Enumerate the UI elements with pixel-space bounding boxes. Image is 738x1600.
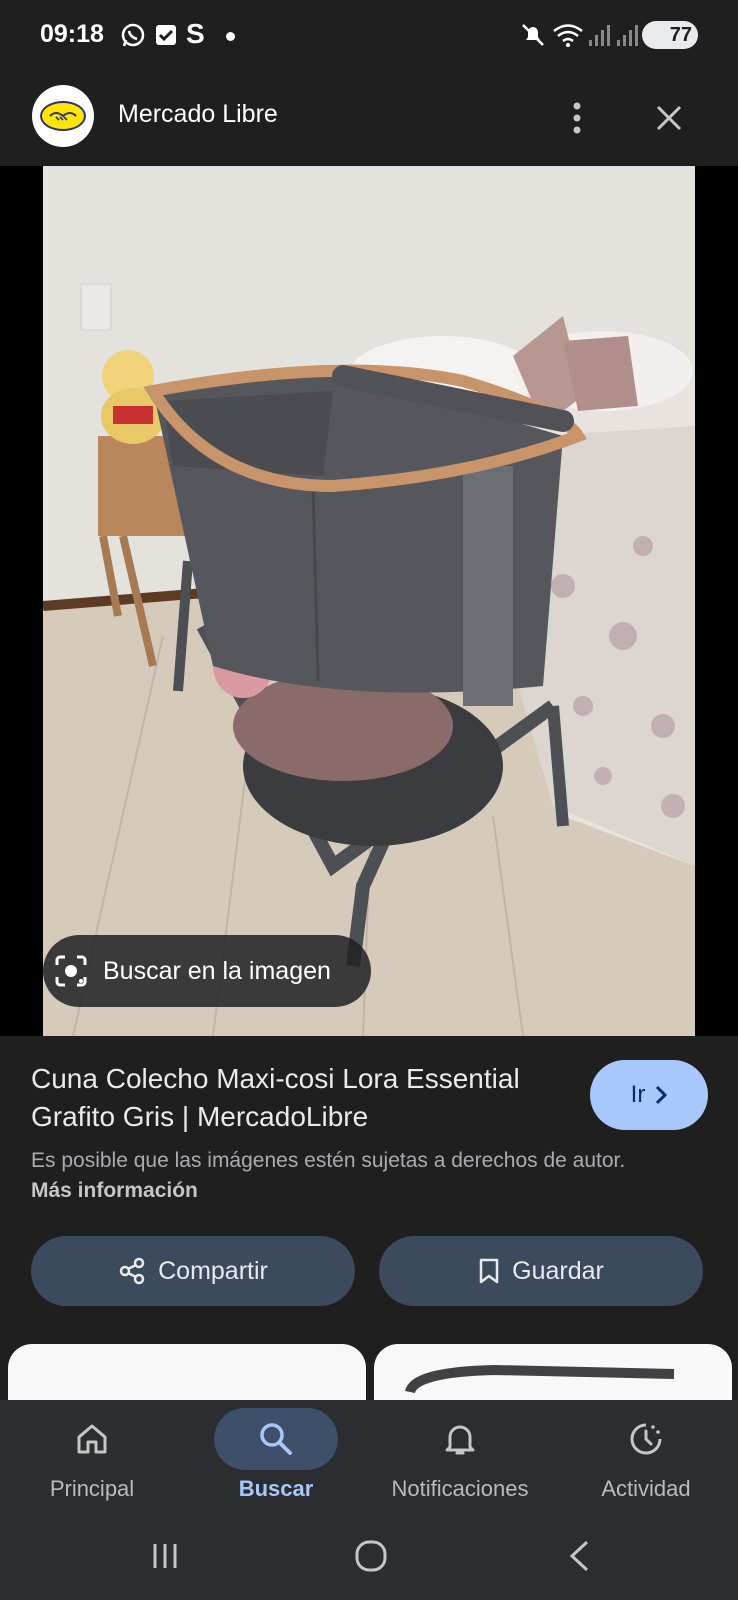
result-title[interactable]: Cuna Colecho Maxi-cosi Lora Essential Gr… xyxy=(31,1060,571,1136)
battery-indicator: 77 xyxy=(642,21,698,49)
more-vertical-icon[interactable] xyxy=(553,94,601,142)
mercadolibre-logo[interactable] xyxy=(32,85,94,147)
chevron-right-icon xyxy=(656,1085,668,1105)
nav-label: Notificaciones xyxy=(391,1476,529,1501)
share-label: Compartir xyxy=(158,1256,268,1285)
home-icon xyxy=(30,1408,154,1470)
nav-item-actividad[interactable]: Actividad xyxy=(554,1400,738,1512)
nav-label: Actividad xyxy=(601,1476,691,1501)
nav-item-notificaciones[interactable]: Notificaciones xyxy=(368,1400,552,1512)
recent-apps-icon[interactable] xyxy=(140,1534,190,1578)
site-header: Mercado Libre xyxy=(0,72,738,166)
more-info-link[interactable]: Más información xyxy=(31,1179,198,1202)
go-button-label: Ir xyxy=(630,1081,646,1108)
handshake-icon xyxy=(40,101,86,131)
bookmark-icon xyxy=(479,1258,499,1284)
search-in-image-label: Buscar en la imagen xyxy=(103,956,331,985)
nav-label: Buscar xyxy=(238,1476,314,1501)
nav-item-principal[interactable]: Principal xyxy=(0,1400,184,1512)
site-name[interactable]: Mercado Libre xyxy=(118,100,278,129)
check-box-icon xyxy=(155,22,177,53)
copyright-notice: Es posible que las imágenes estén sujeta… xyxy=(31,1146,651,1206)
home-button-icon[interactable] xyxy=(346,1534,396,1578)
s-app-icon: S xyxy=(186,18,205,49)
wifi-icon xyxy=(552,22,584,53)
save-label: Guardar xyxy=(512,1256,604,1285)
go-button[interactable]: Ir xyxy=(590,1060,708,1130)
copyright-notice-text: Es posible que las imágenes estén sujeta… xyxy=(31,1149,626,1172)
activity-icon xyxy=(584,1408,708,1470)
search-in-image-button[interactable]: Buscar en la imagen xyxy=(43,935,371,1007)
dot-icon xyxy=(226,32,235,41)
bottom-navigation: Principal Buscar Notificaciones Activida… xyxy=(0,1400,738,1512)
nav-label: Principal xyxy=(49,1476,135,1501)
signal-icon-2 xyxy=(616,22,638,53)
share-button[interactable]: Compartir xyxy=(31,1236,355,1306)
system-navigation xyxy=(0,1512,738,1600)
signal-icon xyxy=(588,22,610,53)
product-photo[interactable] xyxy=(43,166,695,1036)
whatsapp-icon xyxy=(120,22,146,53)
nav-item-buscar[interactable]: Buscar xyxy=(184,1400,368,1512)
mute-icon xyxy=(520,22,546,53)
bell-icon xyxy=(398,1408,522,1470)
save-button[interactable]: Guardar xyxy=(379,1236,703,1306)
status-bar: 09:18 S 77 xyxy=(0,0,738,72)
related-card[interactable] xyxy=(8,1344,366,1404)
share-icon xyxy=(119,1257,145,1285)
back-icon[interactable] xyxy=(554,1534,604,1578)
status-time: 09:18 xyxy=(40,20,104,48)
related-card[interactable] xyxy=(374,1344,732,1404)
close-icon[interactable] xyxy=(645,94,693,142)
search-icon xyxy=(214,1408,338,1470)
image-viewer: Buscar en la imagen xyxy=(0,166,738,1036)
lens-icon xyxy=(51,951,91,991)
